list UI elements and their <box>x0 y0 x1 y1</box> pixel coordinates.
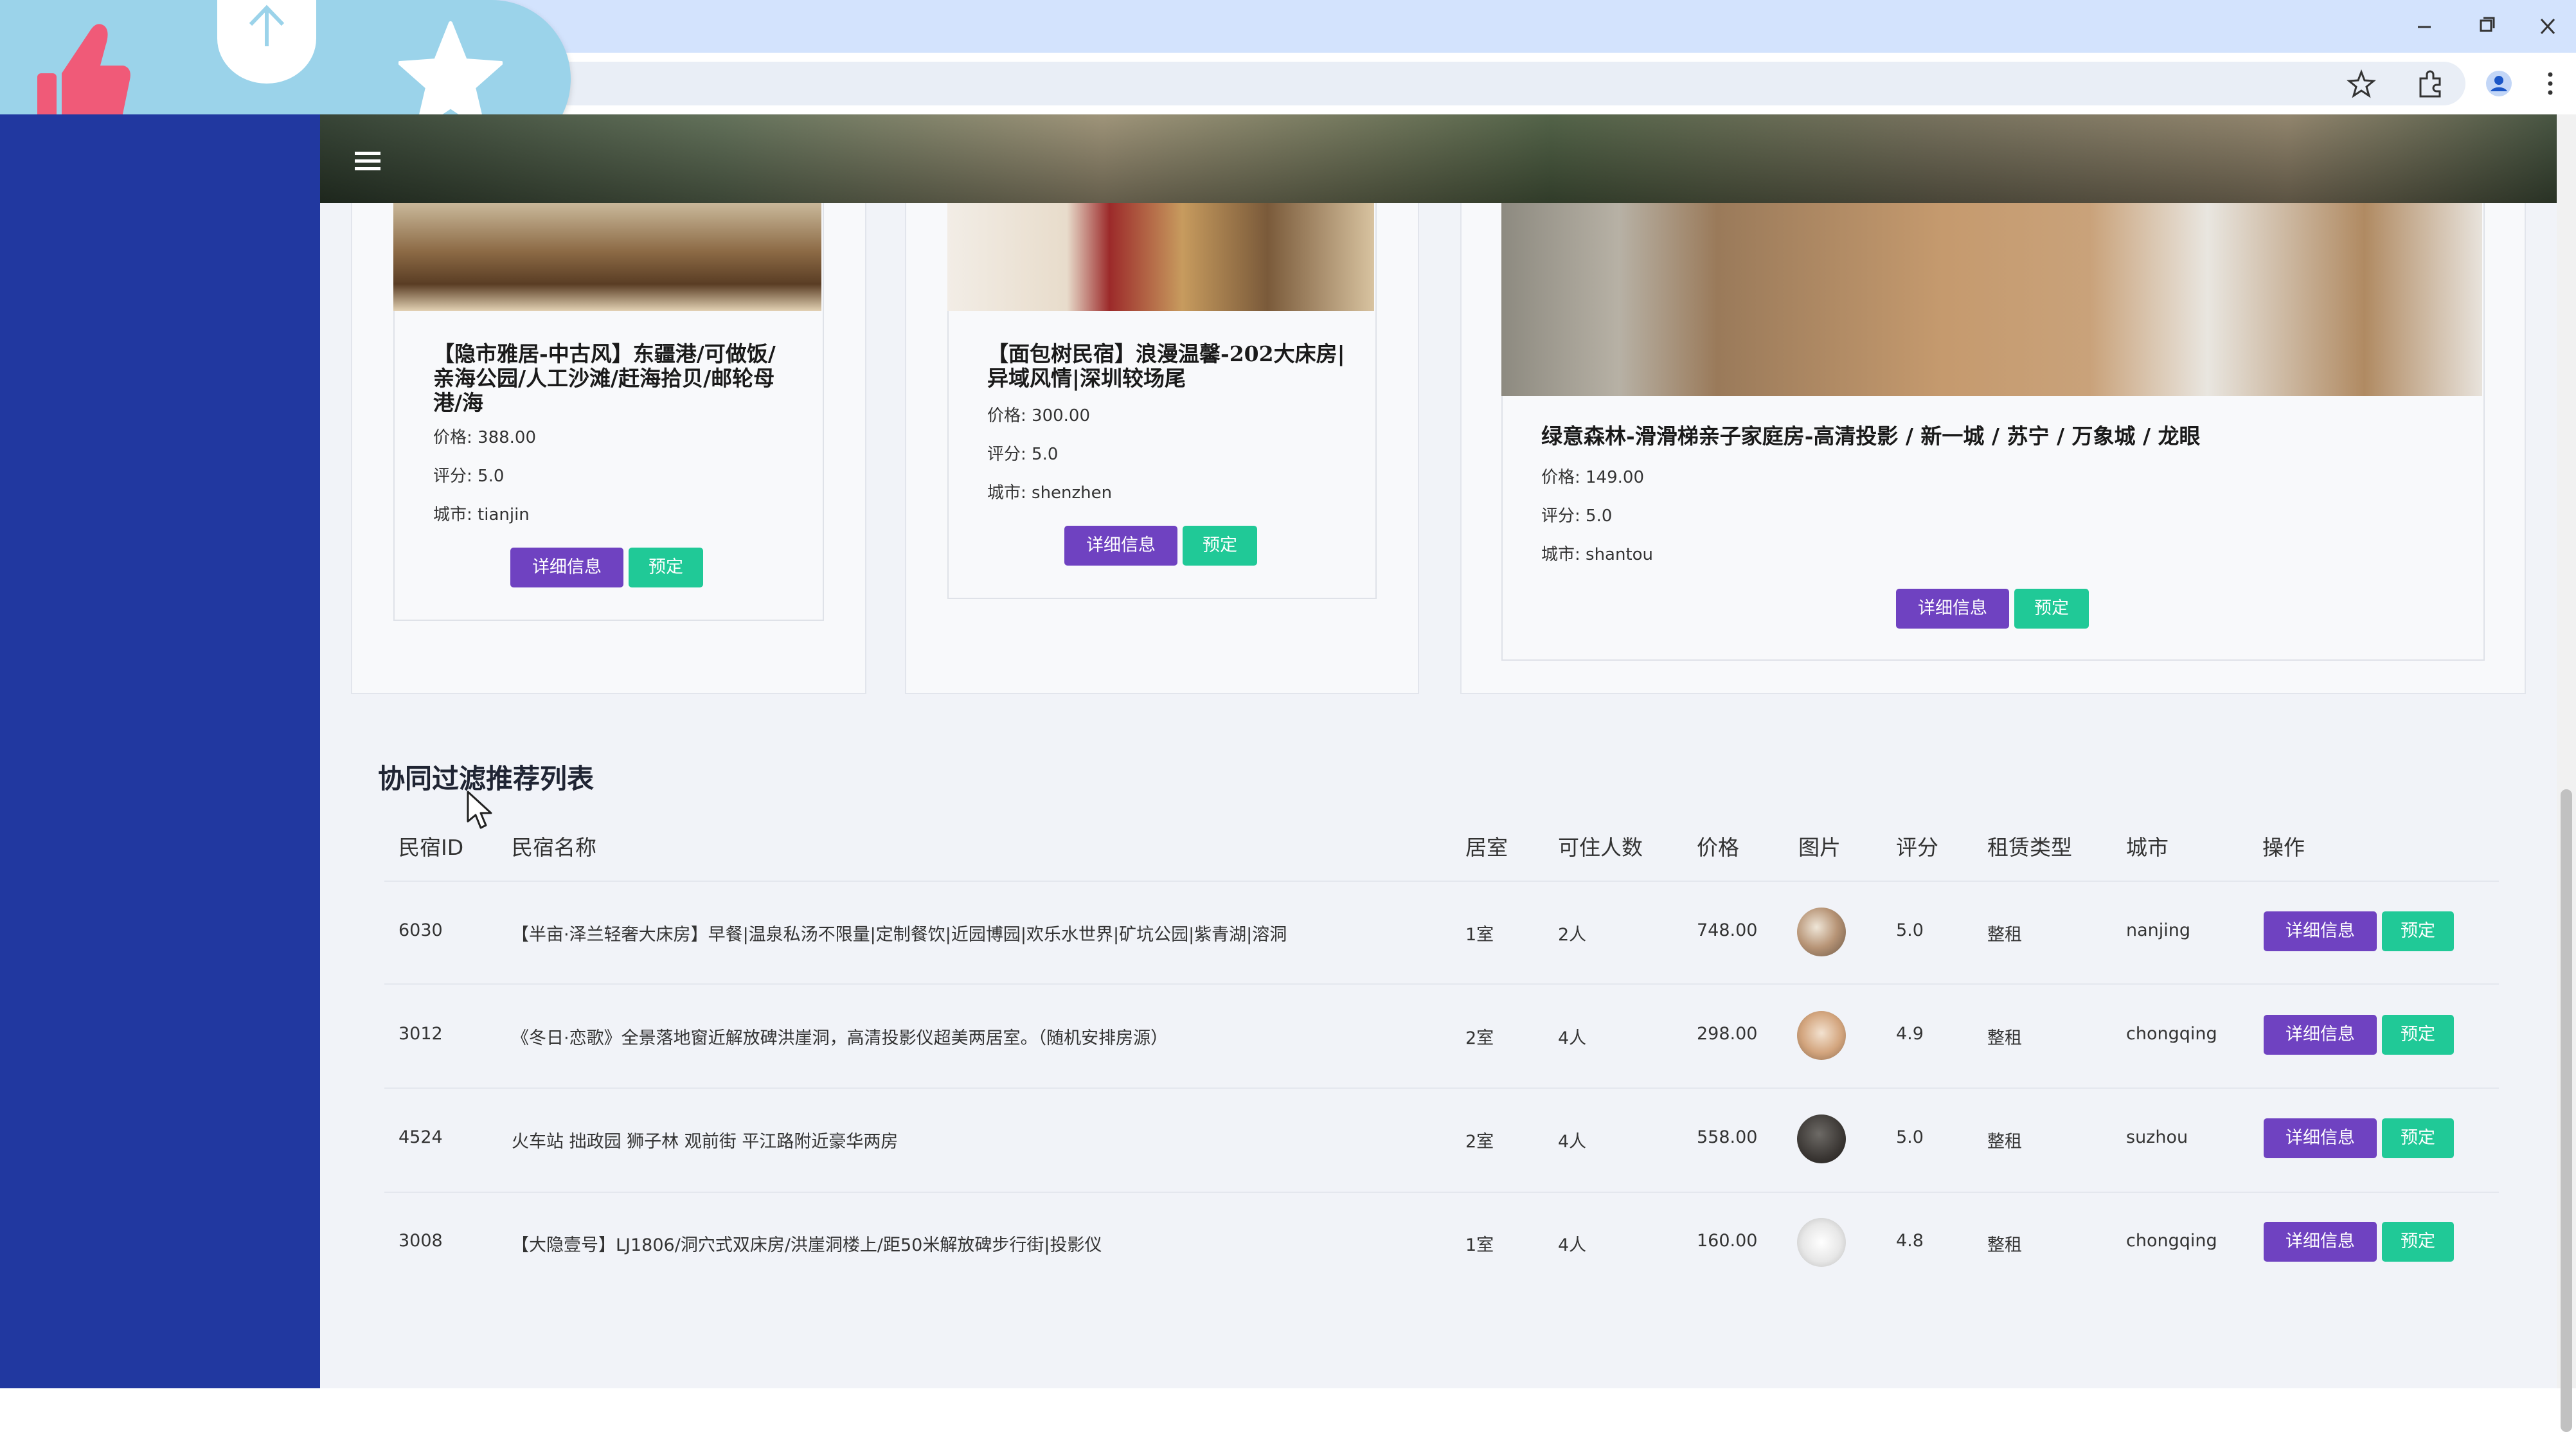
book-button[interactable]: 预定 <box>2382 1118 2454 1158</box>
col-header-rent-type: 租赁类型 <box>1987 835 2072 860</box>
detail-button[interactable]: 详细信息 <box>2264 1015 2377 1055</box>
cell-rating: 5.0 <box>1896 920 1924 940</box>
cell-id: 6030 <box>398 920 443 940</box>
row-divider <box>384 983 2499 985</box>
book-button[interactable]: 预定 <box>2382 1015 2454 1055</box>
detail-button[interactable]: 详细信息 <box>2264 1118 2377 1158</box>
col-header-rating: 评分 <box>1896 835 1938 860</box>
bookmark-star-icon[interactable] <box>2342 64 2381 103</box>
card-rating: 评分: 5.0 <box>987 445 1059 464</box>
cell-rooms: 1室 <box>1465 1235 1494 1255</box>
cell-city: nanjing <box>2126 920 2191 940</box>
card-rating: 评分: 5.0 <box>433 467 505 486</box>
cell-image-thumbnail <box>1797 908 1846 956</box>
detail-button[interactable]: 详细信息 <box>1896 589 2009 629</box>
col-header-rooms: 居室 <box>1465 835 1508 860</box>
cell-id: 3012 <box>398 1024 443 1044</box>
cell-name: 【半亩·泽兰轻奢大床房】早餐|温泉私汤不限量|定制餐饮|近园博园|欢乐水世界|矿… <box>512 925 1287 945</box>
upload-arrow-icon[interactable] <box>217 0 316 84</box>
hamburger-menu-icon[interactable] <box>355 152 380 171</box>
row-divider <box>384 1087 2499 1089</box>
row-divider <box>384 1192 2499 1193</box>
cell-rent-type: 整租 <box>1987 925 2022 945</box>
col-header-actions: 操作 <box>2262 835 2305 860</box>
detail-button[interactable]: 详细信息 <box>1064 526 1177 566</box>
book-button[interactable]: 预定 <box>2382 911 2454 951</box>
card-title[interactable]: 【隐市雅居-中古风】东疆港/可做饭/亲海公园/人工沙滩/赶海拾贝/邮轮母港/海 <box>433 342 793 415</box>
card-city: 城市: tianjin <box>433 505 530 524</box>
cell-guests: 2人 <box>1558 925 1587 945</box>
cell-city: chongqing <box>2126 1231 2217 1251</box>
detail-button[interactable]: 详细信息 <box>510 548 623 587</box>
cell-guests: 4人 <box>1558 1132 1587 1152</box>
cell-name: 火车站 拙政园 狮子林 观前街 平江路附近豪华两房 <box>512 1132 899 1152</box>
cell-rating: 4.8 <box>1896 1231 1924 1251</box>
col-header-price: 价格 <box>1697 835 1739 860</box>
col-header-city: 城市 <box>2126 835 2169 860</box>
col-header-name: 民宿名称 <box>512 835 596 860</box>
address-bar[interactable] <box>527 62 2465 105</box>
card-title[interactable]: 【面包树民宿】浪漫温馨-202大床房|异域风情|深圳较场尾 <box>987 342 1347 391</box>
cell-city: suzhou <box>2126 1127 2188 1147</box>
close-window-icon[interactable] <box>2528 12 2567 41</box>
cell-image-thumbnail <box>1797 1218 1846 1267</box>
col-header-image: 图片 <box>1798 835 1841 860</box>
cell-rent-type: 整租 <box>1987 1235 2022 1255</box>
row-divider <box>384 881 2499 882</box>
detail-button[interactable]: 详细信息 <box>2264 911 2377 951</box>
card-photo <box>947 203 1374 311</box>
cell-name: 《冬日·恋歌》全景落地窗近解放碑洪崖洞，高清投影仪超美两居室。（随机安排房源） <box>512 1028 1168 1048</box>
detail-button[interactable]: 详细信息 <box>2264 1222 2377 1262</box>
cell-rooms: 2室 <box>1465 1132 1494 1152</box>
sidebar <box>0 114 320 1388</box>
card-price: 价格: 388.00 <box>433 428 536 447</box>
card-rating: 评分: 5.0 <box>1541 506 1613 526</box>
card-city: 城市: shenzhen <box>987 483 1113 503</box>
cell-id: 3008 <box>398 1231 443 1251</box>
profile-icon[interactable] <box>2480 64 2518 103</box>
cell-rating: 5.0 <box>1896 1127 1924 1147</box>
cell-rent-type: 整租 <box>1987 1132 2022 1152</box>
more-icon[interactable] <box>2531 64 2570 103</box>
cell-price: 558.00 <box>1697 1127 1758 1147</box>
cell-rent-type: 整租 <box>1987 1028 2022 1048</box>
cell-price: 160.00 <box>1697 1231 1758 1251</box>
book-button[interactable]: 预定 <box>629 548 703 587</box>
page-scrollbar[interactable] <box>2557 114 2576 1432</box>
cell-guests: 4人 <box>1558 1028 1587 1048</box>
header-banner-image <box>320 114 2557 203</box>
cell-price: 748.00 <box>1697 920 1758 940</box>
book-button[interactable]: 预定 <box>1183 526 1257 566</box>
cell-name: 【大隐壹号】LJ1806/洞穴式双床房/洪崖洞楼上/距50米解放碑步行街|投影仪 <box>512 1235 1102 1255</box>
cell-image-thumbnail <box>1797 1011 1846 1060</box>
col-header-guests: 可住人数 <box>1558 835 1643 860</box>
card-city: 城市: shantou <box>1541 545 1654 564</box>
card-price: 价格: 300.00 <box>987 406 1090 425</box>
card-photo <box>393 203 821 311</box>
card-price: 价格: 149.00 <box>1541 468 1644 487</box>
cell-guests: 4人 <box>1558 1235 1587 1255</box>
cell-city: chongqing <box>2126 1024 2217 1044</box>
extensions-icon[interactable] <box>2410 64 2449 103</box>
cell-image-thumbnail <box>1797 1114 1846 1163</box>
minimize-icon[interactable] <box>2405 12 2444 41</box>
card-photo <box>1501 203 2482 396</box>
cell-id: 4524 <box>398 1127 443 1147</box>
col-header-id: 民宿ID <box>398 835 464 860</box>
card-title[interactable]: 绿意森林-滑滑梯亲子家庭房-高清投影 / 新一城 / 苏宁 / 万象城 / 龙眼 <box>1541 424 2454 449</box>
cell-rooms: 1室 <box>1465 925 1494 945</box>
cell-rooms: 2室 <box>1465 1028 1494 1048</box>
mouse-cursor-icon <box>467 791 492 829</box>
cell-rating: 4.9 <box>1896 1024 1924 1044</box>
book-button[interactable]: 预定 <box>2382 1222 2454 1262</box>
book-button[interactable]: 预定 <box>2014 589 2089 629</box>
cell-price: 298.00 <box>1697 1024 1758 1044</box>
restore-icon[interactable] <box>2467 12 2505 41</box>
